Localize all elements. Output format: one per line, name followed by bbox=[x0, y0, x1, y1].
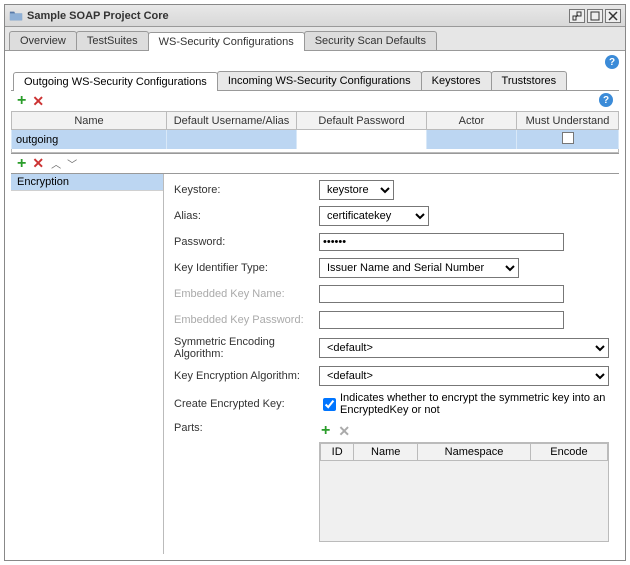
window-maximize-button[interactable] bbox=[587, 9, 603, 23]
label-password: Password: bbox=[174, 236, 319, 248]
titlebar: Sample SOAP Project Core bbox=[5, 5, 625, 27]
move-up-button[interactable]: ︿ bbox=[48, 156, 64, 171]
label-kit: Key Identifier Type: bbox=[174, 262, 319, 274]
col-password: Default Password bbox=[297, 112, 427, 130]
label-ekn: Embedded Key Name: bbox=[174, 288, 319, 300]
entry-editor: Encryption Keystore: keystore Alias: cer… bbox=[11, 173, 619, 554]
folder-icon bbox=[9, 9, 23, 23]
label-alias: Alias: bbox=[174, 210, 319, 222]
subtab-outgoing[interactable]: Outgoing WS-Security Configurations bbox=[13, 72, 218, 91]
window-root: Sample SOAP Project Core Overview TestSu… bbox=[4, 4, 626, 561]
ws-security-panel: ? Outgoing WS-Security Configurations In… bbox=[5, 51, 625, 560]
create-encrypted-key-checkbox[interactable] bbox=[323, 398, 336, 411]
col-actor: Actor bbox=[427, 112, 517, 130]
symmetric-encoding-select[interactable]: <default> bbox=[319, 338, 609, 358]
parts-col-id: ID bbox=[321, 444, 354, 461]
tab-ws-security[interactable]: WS-Security Configurations bbox=[148, 32, 305, 51]
encryption-form: Keystore: keystore Alias: certificatekey… bbox=[164, 174, 619, 554]
remove-part-button[interactable]: ✕ bbox=[334, 423, 354, 440]
window-close-button[interactable] bbox=[605, 9, 621, 23]
tab-security-scan-defaults[interactable]: Security Scan Defaults bbox=[304, 31, 437, 50]
cell-password[interactable] bbox=[297, 130, 427, 150]
label-keystore: Keystore: bbox=[174, 184, 319, 196]
entry-encryption[interactable]: Encryption bbox=[11, 174, 163, 191]
subtab-keystores[interactable]: Keystores bbox=[421, 71, 492, 90]
parts-body-empty bbox=[320, 461, 608, 541]
add-config-button[interactable]: + bbox=[15, 92, 28, 110]
cell-alias[interactable] bbox=[167, 130, 297, 150]
add-entry-button[interactable]: + bbox=[15, 155, 28, 173]
config-row[interactable]: outgoing bbox=[12, 130, 619, 150]
embedded-key-password-input[interactable] bbox=[319, 311, 564, 329]
parts-col-namespace: Namespace bbox=[418, 444, 531, 461]
create-encrypted-key-desc: Indicates whether to encrypt the symmetr… bbox=[340, 392, 609, 416]
entries-list: Encryption bbox=[11, 174, 164, 554]
col-alias: Default Username/Alias bbox=[167, 112, 297, 130]
col-must-understand: Must Understand bbox=[517, 112, 619, 130]
configs-table: Name Default Username/Alias Default Pass… bbox=[11, 111, 619, 149]
parts-col-encode: Encode bbox=[530, 444, 607, 461]
alias-select[interactable]: certificatekey bbox=[319, 206, 429, 226]
help-icon[interactable]: ? bbox=[605, 55, 619, 69]
configs-help-icon[interactable]: ? bbox=[599, 93, 613, 107]
label-ekp: Embedded Key Password: bbox=[174, 314, 319, 326]
subtab-incoming[interactable]: Incoming WS-Security Configurations bbox=[217, 71, 422, 90]
keystore-select[interactable]: keystore bbox=[319, 180, 394, 200]
key-identifier-type-select[interactable]: Issuer Name and Serial Number bbox=[319, 258, 519, 278]
password-input[interactable] bbox=[319, 233, 564, 251]
cell-name[interactable]: outgoing bbox=[12, 130, 167, 150]
entries-toolbar: + ✕ ︿ ﹀ bbox=[11, 153, 619, 173]
configs-toolbar: + ✕ ? bbox=[11, 91, 619, 111]
cell-actor[interactable] bbox=[427, 130, 517, 150]
remove-entry-button[interactable]: ✕ bbox=[28, 155, 48, 172]
window-detach-button[interactable] bbox=[569, 9, 585, 23]
parts-col-name: Name bbox=[354, 444, 418, 461]
embedded-key-name-input[interactable] bbox=[319, 285, 564, 303]
label-create-key: Create Encrypted Key: bbox=[174, 398, 319, 410]
label-parts: Parts: bbox=[174, 422, 319, 434]
col-name: Name bbox=[12, 112, 167, 130]
tab-testsuites[interactable]: TestSuites bbox=[76, 31, 149, 50]
tab-overview[interactable]: Overview bbox=[9, 31, 77, 50]
subtab-truststores[interactable]: Truststores bbox=[491, 71, 568, 90]
cell-must-understand[interactable] bbox=[517, 130, 619, 150]
key-encryption-select[interactable]: <default> bbox=[319, 366, 609, 386]
parts-table: ID Name Namespace Encode bbox=[319, 442, 609, 542]
ws-subtabs: Outgoing WS-Security Configurations Inco… bbox=[11, 71, 619, 91]
add-part-button[interactable]: + bbox=[319, 422, 332, 440]
must-understand-checkbox[interactable] bbox=[562, 132, 574, 144]
move-down-button[interactable]: ﹀ bbox=[64, 156, 80, 171]
window-title: Sample SOAP Project Core bbox=[27, 10, 567, 22]
remove-config-button[interactable]: ✕ bbox=[28, 93, 48, 110]
label-kea: Key Encryption Algorithm: bbox=[174, 370, 319, 382]
label-sea: Symmetric Encoding Algorithm: bbox=[174, 336, 319, 360]
main-tabstrip: Overview TestSuites WS-Security Configur… bbox=[5, 27, 625, 51]
